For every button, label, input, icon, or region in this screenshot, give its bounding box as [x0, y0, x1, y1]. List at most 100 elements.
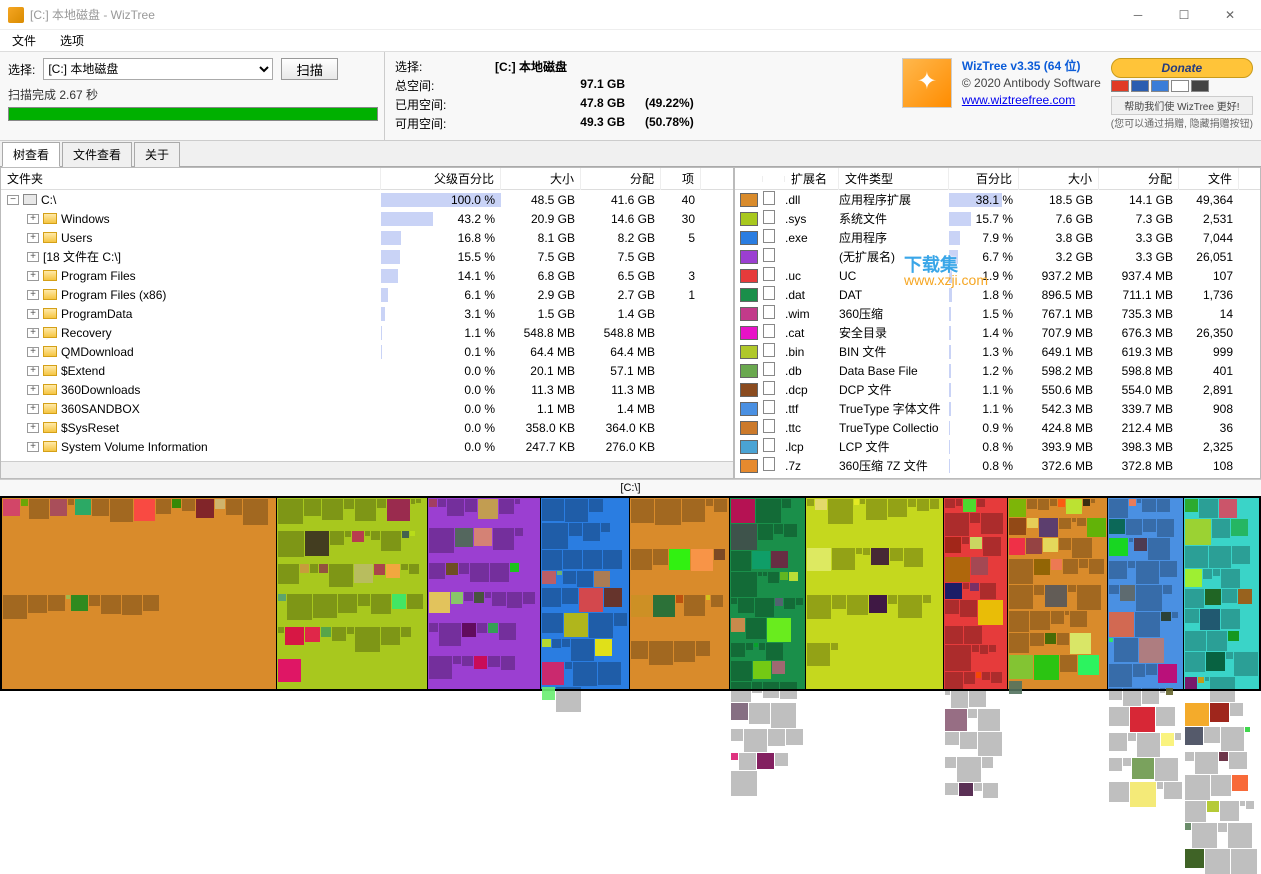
col-folder[interactable]: 文件夹	[1, 167, 381, 190]
col-alloc[interactable]: 分配	[581, 167, 661, 190]
disk-info: 选择:[C:] 本地磁盘 总空间:97.1 GB 已用空间:47.8 GB(49…	[385, 52, 894, 140]
tree-row[interactable]: +Users16.8 %8.1 GB8.2 GB5	[1, 228, 733, 247]
donate-button[interactable]: Donate	[1111, 58, 1253, 78]
col-ext-size[interactable]: 大小	[1019, 167, 1099, 190]
tree-row[interactable]: +QMDownload0.1 %64.4 MB64.4 MB	[1, 342, 733, 361]
expand-toggle-icon[interactable]: −	[7, 195, 19, 205]
file-icon	[763, 191, 775, 205]
tab-file[interactable]: 文件查看	[62, 142, 132, 167]
folder-icon	[43, 403, 57, 414]
expand-toggle-icon[interactable]: +	[27, 366, 39, 376]
tree-item-label: C:\	[41, 193, 56, 207]
tree-row[interactable]: +[18 文件在 C:\]15.5 %7.5 GB7.5 GB	[1, 247, 733, 266]
tree-row[interactable]: +Recovery1.1 %548.8 MB548.8 MB	[1, 323, 733, 342]
tree-hscroll[interactable]	[1, 461, 733, 478]
col-items[interactable]: 项	[661, 167, 701, 190]
file-icon	[763, 286, 775, 300]
tree-row[interactable]: +System Volume Information0.0 %247.7 KB2…	[1, 437, 733, 456]
tab-tree[interactable]: 树查看	[2, 142, 60, 167]
tree-row[interactable]: +ProgramData3.1 %1.5 GB1.4 GB	[1, 304, 733, 323]
scan-button[interactable]: 扫描	[281, 58, 338, 80]
menubar: 文件 选项	[0, 30, 1261, 52]
expand-toggle-icon[interactable]: +	[27, 404, 39, 414]
treemap-block[interactable]	[2, 498, 276, 689]
folder-icon	[43, 422, 57, 433]
drive-select[interactable]: [C:] 本地磁盘	[43, 58, 273, 80]
col-ext[interactable]: 扩展名	[785, 167, 839, 190]
ext-row[interactable]: .dcpDCP 文件1.1 %550.6 MB554.0 MB2,891	[735, 380, 1260, 399]
col-ext-pct[interactable]: 百分比	[949, 167, 1019, 190]
color-swatch	[740, 231, 758, 245]
tree-row[interactable]: +Program Files (x86)6.1 %2.9 GB2.7 GB1	[1, 285, 733, 304]
ext-row[interactable]: .binBIN 文件1.3 %649.1 MB619.3 MB999	[735, 342, 1260, 361]
ext-header: 扩展名 文件类型 百分比 大小 分配 文件	[735, 168, 1260, 190]
menu-options[interactable]: 选项	[54, 30, 90, 51]
total-label: 总空间:	[395, 77, 495, 94]
expand-toggle-icon[interactable]: +	[27, 442, 39, 452]
treemap-block[interactable]	[1184, 498, 1259, 689]
file-icon	[763, 324, 775, 338]
file-icon	[763, 248, 775, 262]
expand-toggle-icon[interactable]: +	[27, 328, 39, 338]
tree-row[interactable]: +Windows43.2 %20.9 GB14.6 GB30	[1, 209, 733, 228]
col-ext-alloc[interactable]: 分配	[1099, 167, 1179, 190]
ext-row[interactable]: .dll应用程序扩展38.1 %18.5 GB14.1 GB49,364	[735, 190, 1260, 209]
tree-row[interactable]: −C:\100.0 %48.5 GB41.6 GB40	[1, 190, 733, 209]
treemap-block[interactable]	[944, 498, 1006, 689]
tab-about[interactable]: 关于	[134, 142, 180, 167]
ext-row[interactable]: (无扩展名)6.7 %3.2 GB3.3 GB26,051	[735, 247, 1260, 266]
donate-hint: (您可以通过捐赠, 隐藏捐赠按钮)	[1111, 115, 1253, 130]
expand-toggle-icon[interactable]: +	[27, 309, 39, 319]
col-type[interactable]: 文件类型	[839, 167, 949, 190]
expand-toggle-icon[interactable]: +	[27, 233, 39, 243]
tree-body[interactable]: −C:\100.0 %48.5 GB41.6 GB40+Windows43.2 …	[1, 190, 733, 461]
expand-toggle-icon[interactable]: +	[27, 385, 39, 395]
treemap-block[interactable]	[630, 498, 730, 689]
treemap[interactable]	[0, 496, 1261, 691]
tree-item-label: ProgramData	[61, 307, 132, 321]
treemap-block[interactable]	[730, 498, 805, 689]
ext-row[interactable]: .wim360压缩1.5 %767.1 MB735.3 MB14	[735, 304, 1260, 323]
treemap-block[interactable]	[1108, 498, 1183, 689]
ext-row[interactable]: .ttfTrueType 字体文件1.1 %542.3 MB339.7 MB90…	[735, 399, 1260, 418]
treemap-block[interactable]	[806, 498, 943, 689]
treemap-block[interactable]	[1008, 498, 1108, 689]
col-pct[interactable]: 父级百分比	[381, 167, 501, 190]
expand-toggle-icon[interactable]: +	[27, 423, 39, 433]
minimize-button[interactable]: ─	[1115, 0, 1161, 30]
tree-row[interactable]: +360SANDBOX0.0 %1.1 MB1.4 MB	[1, 399, 733, 418]
ext-row[interactable]: .ttcTrueType Collectio0.9 %424.8 MB212.4…	[735, 418, 1260, 437]
tree-row[interactable]: +360Downloads0.0 %11.3 MB11.3 MB	[1, 380, 733, 399]
treemap-block[interactable]	[277, 498, 427, 689]
menu-file[interactable]: 文件	[6, 30, 42, 51]
app-icon	[8, 7, 24, 23]
ext-row[interactable]: .lcpLCP 文件0.8 %393.9 MB398.3 MB2,325	[735, 437, 1260, 456]
ext-row[interactable]: .cat安全目录1.4 %707.9 MB676.3 MB26,350	[735, 323, 1260, 342]
col-size[interactable]: 大小	[501, 167, 581, 190]
expand-toggle-icon[interactable]: +	[27, 271, 39, 281]
tree-item-label: QMDownload	[61, 345, 134, 359]
ext-body[interactable]: .dll应用程序扩展38.1 %18.5 GB14.1 GB49,364.sys…	[735, 190, 1260, 478]
ext-row[interactable]: .7z360压缩 7Z 文件0.8 %372.6 MB372.8 MB108	[735, 456, 1260, 475]
close-button[interactable]: ✕	[1207, 0, 1253, 30]
color-swatch	[740, 402, 758, 416]
color-swatch	[740, 250, 758, 264]
expand-toggle-icon[interactable]: +	[27, 290, 39, 300]
app-url[interactable]: www.wiztreefree.com	[962, 93, 1075, 107]
ext-row[interactable]: .dbData Base File1.2 %598.2 MB598.8 MB40…	[735, 361, 1260, 380]
tree-row[interactable]: +$Extend0.0 %20.1 MB57.1 MB	[1, 361, 733, 380]
expand-toggle-icon[interactable]: +	[27, 214, 39, 224]
tree-row[interactable]: +$SysReset0.0 %358.0 KB364.0 KB	[1, 418, 733, 437]
treemap-block[interactable]	[541, 498, 628, 689]
ext-row[interactable]: .sys系统文件15.7 %7.6 GB7.3 GB2,531	[735, 209, 1260, 228]
tree-item-label: Windows	[61, 212, 110, 226]
maximize-button[interactable]: ☐	[1161, 0, 1207, 30]
ext-row[interactable]: .datDAT1.8 %896.5 MB711.1 MB1,736	[735, 285, 1260, 304]
expand-toggle-icon[interactable]: +	[27, 252, 39, 262]
expand-toggle-icon[interactable]: +	[27, 347, 39, 357]
ext-row[interactable]: .exe应用程序7.9 %3.8 GB3.3 GB7,044	[735, 228, 1260, 247]
tree-row[interactable]: +Program Files14.1 %6.8 GB6.5 GB3	[1, 266, 733, 285]
treemap-block[interactable]	[428, 498, 540, 689]
col-ext-files[interactable]: 文件	[1179, 167, 1239, 190]
ext-row[interactable]: .ucUC1.9 %937.2 MB937.4 MB107	[735, 266, 1260, 285]
